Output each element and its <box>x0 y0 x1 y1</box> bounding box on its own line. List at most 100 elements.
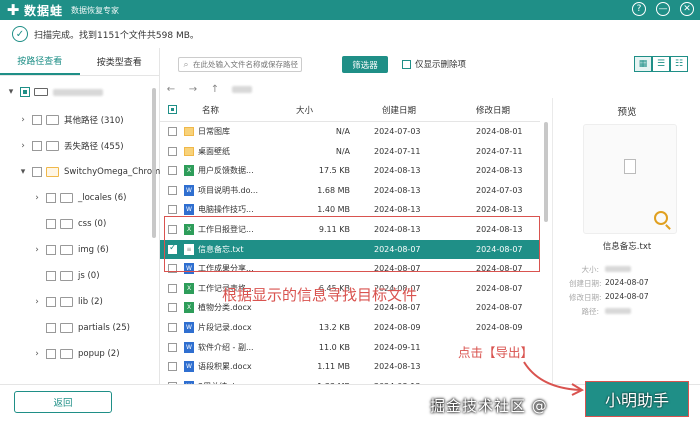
tree-item-img[interactable]: › img (6) <box>32 237 109 263</box>
tree-scrollbar[interactable] <box>152 88 156 238</box>
close-icon[interactable]: ✕ <box>680 2 694 16</box>
tree-item-partials[interactable]: partials (25) <box>32 315 130 341</box>
header-created[interactable]: 创建日期 <box>382 98 454 121</box>
detail-view-icon[interactable]: ☷ <box>670 56 688 72</box>
tree-item-js[interactable]: js (0) <box>32 263 100 289</box>
search-icon: ⌕ <box>183 59 189 70</box>
row-checkbox[interactable] <box>168 205 177 215</box>
file-created: 2024-08-13 <box>374 185 421 195</box>
tree-item-other-paths[interactable]: › 其他路径 (310) <box>18 107 124 133</box>
chevron-right-icon[interactable]: › <box>32 245 42 255</box>
file-created: 2024-09-11 <box>374 342 421 352</box>
only-deleted-toggle[interactable]: 仅显示删除项 <box>402 58 466 70</box>
tab-by-type[interactable]: 按类型查看 <box>80 48 160 75</box>
table-row[interactable]: ≡ 信息备忘.txt 2024-08-07 2024-08-07 <box>160 239 540 259</box>
table-row[interactable]: X 用户反馈数据... 17.5 KB 2024-08-13 2024-08-13 <box>160 161 540 180</box>
header-size[interactable]: 大小 <box>296 98 360 121</box>
file-modified: 2024-08-13 <box>476 205 523 215</box>
search-box: ⌕ <box>178 57 302 72</box>
table-row[interactable]: 日常图库 N/A 2024-07-03 2024-08-01 <box>160 122 540 141</box>
chevron-right-icon[interactable]: › <box>18 141 28 151</box>
tree-item-css[interactable]: css (0) <box>32 211 106 237</box>
tree-item-switchyomega[interactable]: ▾ SwitchyOmega_Chrom <box>18 159 160 185</box>
file-modified: 2024-08-07 <box>476 244 523 254</box>
tree-item-popup[interactable]: › popup (2) <box>32 341 120 367</box>
file-size: 9.11 KB <box>318 225 350 234</box>
chevron-right-icon[interactable]: › <box>32 349 42 359</box>
tree-checkbox[interactable] <box>46 297 56 307</box>
row-checkbox[interactable] <box>168 146 177 156</box>
export-button[interactable]: 小明助手 <box>585 381 689 417</box>
row-checkbox[interactable] <box>168 166 177 176</box>
folder-icon <box>60 323 73 333</box>
file-modified: 2024-08-07 <box>476 283 523 293</box>
tree-checkbox[interactable] <box>32 141 42 151</box>
minimize-icon[interactable]: — <box>656 2 670 16</box>
tree-checkbox[interactable] <box>32 115 42 125</box>
tree-item-lib[interactable]: › lib (2) <box>32 289 103 315</box>
preview-title: 预览 <box>617 107 637 118</box>
table-row[interactable]: 桌面壁纸 N/A 2024-07-11 2024-07-11 <box>160 142 540 161</box>
scan-status: ✓ 扫描完成。找到1151个文件共598 MB。 <box>0 20 700 48</box>
table-row[interactable]: W 电脑操作技巧... 1.40 MB 2024-08-13 2024-08-13 <box>160 200 540 219</box>
help-icon[interactable]: ? <box>632 2 646 16</box>
row-checkbox[interactable] <box>168 362 177 372</box>
tree-checkbox[interactable] <box>46 323 56 333</box>
tree-item-label: 其他路径 (310) <box>64 116 124 126</box>
folder-icon <box>46 141 59 151</box>
chevron-right-icon[interactable]: › <box>32 297 42 307</box>
up-arrow-icon[interactable]: ↑ <box>204 84 226 95</box>
file-modified: 2024-08-01 <box>476 127 523 136</box>
tree-checkbox[interactable] <box>46 349 56 359</box>
chevron-down-icon[interactable]: ▾ <box>18 167 28 177</box>
file-size: 1.68 MB <box>317 185 350 195</box>
tree-item-label: popup (2) <box>78 349 120 359</box>
header-name[interactable]: 名称 <box>202 98 302 121</box>
row-checkbox[interactable] <box>168 127 177 136</box>
back-arrow-icon[interactable]: ← <box>160 84 182 95</box>
tree-checkbox[interactable] <box>46 245 56 255</box>
tree-item-drive[interactable]: ▾ <box>6 79 103 105</box>
row-checkbox[interactable] <box>168 264 177 274</box>
table-row[interactable]: W 项目说明书.do... 1.68 MB 2024-08-13 2024-07-03 <box>160 181 540 200</box>
list-view-icon[interactable]: ☰ <box>652 56 670 72</box>
tree-checkbox[interactable] <box>46 271 56 281</box>
tree-checkbox[interactable] <box>46 193 56 203</box>
tree-item-label: img (6) <box>78 245 109 255</box>
only-deleted-checkbox[interactable] <box>402 59 411 69</box>
row-checkbox[interactable] <box>168 323 177 332</box>
tab-by-path[interactable]: 按路径查看 <box>0 48 80 75</box>
chevron-right-icon[interactable]: › <box>32 193 42 203</box>
table-row[interactable]: W 工作成果分享... 2024-08-07 2024-08-07 <box>160 259 540 278</box>
chevron-right-icon[interactable]: › <box>18 115 28 125</box>
row-checkbox[interactable] <box>168 225 177 234</box>
filter-button[interactable]: 筛选器 <box>342 56 388 73</box>
zoom-icon[interactable] <box>654 211 668 225</box>
file-name: 项目说明书.do... <box>198 185 259 195</box>
row-checkbox[interactable] <box>168 342 177 352</box>
tree-item-locales[interactable]: › _locales (6) <box>32 185 126 211</box>
tree-checkbox[interactable] <box>32 167 42 177</box>
app-subtitle: 数据恢复专家 <box>71 5 120 15</box>
row-checkbox[interactable] <box>168 303 177 313</box>
row-checkbox[interactable] <box>168 283 177 293</box>
back-button[interactable]: 返回 <box>14 391 112 413</box>
search-input[interactable] <box>193 60 298 69</box>
row-checkbox[interactable] <box>168 243 177 254</box>
grid-view-icon[interactable]: ▦ <box>634 56 652 72</box>
file-list-scrollbar[interactable] <box>544 122 548 222</box>
tree-checkbox[interactable] <box>20 87 30 97</box>
left-panel: 按路径查看 按类型查看 ▾ › 其他路径 (310) › 丢失路径 (455) … <box>0 48 160 384</box>
tree-item-label: js (0) <box>78 271 100 281</box>
table-row[interactable]: X 工作日报登记... 9.11 KB 2024-08-13 2024-08-13 <box>160 220 540 239</box>
header-modified[interactable]: 修改日期 <box>476 98 538 121</box>
tree-checkbox[interactable] <box>46 219 56 229</box>
table-row[interactable]: W 片段记录.docx 13.2 KB 2024-08-09 2024-08-09 <box>160 318 540 337</box>
forward-arrow-icon[interactable]: → <box>182 84 204 95</box>
select-all-checkbox[interactable] <box>168 105 177 114</box>
table-row[interactable]: W3周总结.docx1.33 MB2024-08-13 <box>160 377 540 384</box>
tree-item-lost-paths[interactable]: › 丢失路径 (455) <box>18 133 124 159</box>
row-checkbox[interactable] <box>168 185 177 195</box>
chevron-down-icon[interactable]: ▾ <box>6 87 16 97</box>
file-modified: 2024-08-09 <box>476 323 523 332</box>
